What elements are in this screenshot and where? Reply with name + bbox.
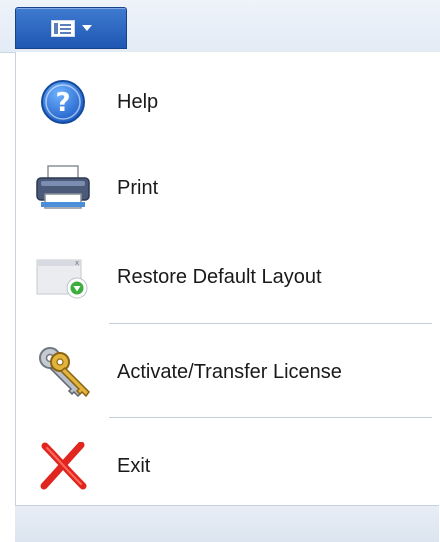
keys-icon (39, 347, 90, 398)
application-menu-button[interactable] (15, 7, 127, 49)
menu-item-print[interactable]: Print (16, 148, 434, 228)
menu-item-restore-default-layout[interactable]: x Restore Default Layout (16, 237, 434, 317)
chevron-down-icon (81, 24, 92, 31)
help-icon: ? (41, 80, 85, 124)
close-x-icon (40, 442, 87, 490)
svg-text:?: ? (55, 88, 70, 118)
menu-item-help[interactable]: ? Help (16, 62, 434, 142)
menu-item-activate-transfer-license[interactable]: Activate/Transfer License (16, 332, 434, 412)
menu-item-label: Exit (117, 454, 151, 477)
menu-item-label: Print (117, 176, 159, 199)
restore-layout-icon: x (36, 259, 88, 299)
menu-separator (109, 417, 432, 418)
printer-icon (36, 165, 90, 209)
menu-item-label: Restore Default Layout (117, 265, 322, 288)
application-menu: ? Help Print x Restore Default Layout Ac… (15, 52, 440, 505)
menu-footer (15, 505, 439, 542)
svg-text:x: x (75, 259, 79, 267)
document-menu-icon (50, 19, 75, 37)
menu-separator (109, 323, 432, 324)
menu-item-label: Activate/Transfer License (117, 360, 342, 383)
menu-item-exit[interactable]: Exit (16, 426, 434, 506)
menu-item-label: Help (117, 90, 159, 113)
